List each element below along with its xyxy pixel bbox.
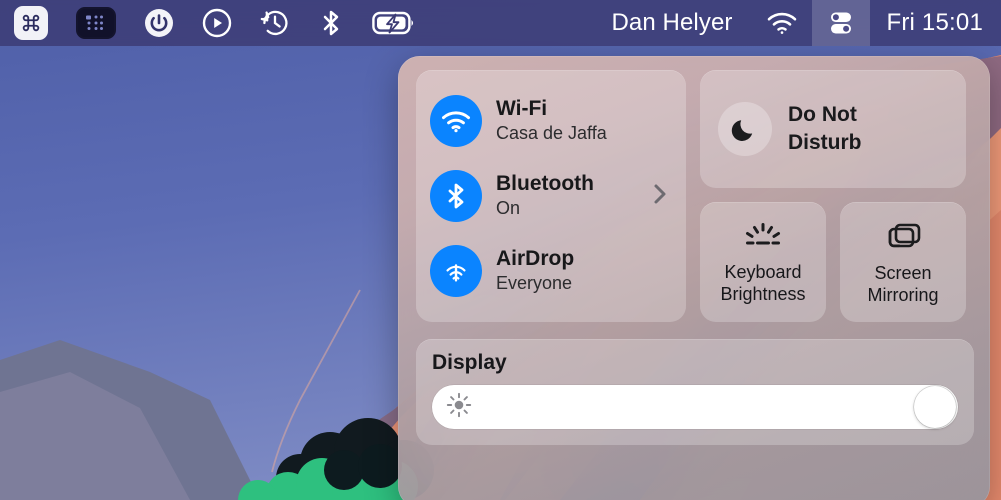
- airdrop-icon: [430, 245, 482, 297]
- wifi-icon: [430, 95, 482, 147]
- time-machine-icon-glyph: [260, 10, 288, 36]
- do-not-disturb-tile[interactable]: Do Not Disturb: [700, 70, 966, 188]
- wifi-row[interactable]: Wi-Fi Casa de Jaffa: [430, 84, 676, 158]
- control-center-top-row: Wi-Fi Casa de Jaffa Bluetooth On AirDrop…: [416, 70, 974, 322]
- control-center-icon-glyph: [831, 12, 852, 34]
- menu-bar-right-group: Dan Helyer Fri 15:01: [591, 0, 1001, 46]
- chevron-right-icon[interactable]: [652, 180, 676, 213]
- wifi-text: Wi-Fi Casa de Jaffa: [496, 97, 607, 144]
- screen-mirroring-tile[interactable]: Screen Mirroring: [840, 202, 966, 322]
- bluetooth-status: On: [496, 198, 521, 219]
- control-center-right-column: Do Not Disturb Keyboard Brightness Scree…: [700, 70, 966, 322]
- screen-mirroring-label: Screen Mirroring: [867, 263, 938, 306]
- kb-label-line1: Keyboard: [724, 262, 802, 283]
- power-icon-glyph: [145, 9, 173, 37]
- connectivity-group: Wi-Fi Casa de Jaffa Bluetooth On AirDrop…: [416, 70, 686, 322]
- airdrop-title: AirDrop: [496, 247, 575, 271]
- kb-label-line2: Brightness: [720, 284, 806, 304]
- battery-charging-icon[interactable]: [358, 0, 430, 46]
- wifi-icon-glyph: [768, 12, 797, 34]
- bluetooth-text: Bluetooth On: [496, 172, 594, 219]
- wifi-network-name: Casa de Jaffa: [496, 123, 607, 144]
- wifi-title: Wi-Fi: [496, 97, 548, 121]
- menu-bar-left-group: [0, 0, 430, 46]
- power-icon[interactable]: [130, 0, 188, 46]
- brightness-sun-icon: [446, 392, 472, 423]
- keyboard-brightness-label: Keyboard Brightness: [720, 262, 805, 305]
- airdrop-text: AirDrop Everyone: [496, 247, 574, 294]
- control-center-icon[interactable]: [812, 0, 871, 46]
- sm-label-line1: Screen: [874, 263, 932, 284]
- do-not-disturb-label: Do Not Disturb: [788, 101, 862, 156]
- dnd-label-line1: Do Not: [788, 103, 857, 127]
- airdrop-row[interactable]: AirDrop Everyone: [430, 234, 676, 308]
- bluetooth-icon[interactable]: [304, 0, 358, 46]
- dnd-label-line2: Disturb: [788, 131, 862, 154]
- numpad-grid-icon[interactable]: [62, 0, 130, 46]
- command-icon[interactable]: [0, 0, 62, 46]
- bluetooth-icon: [430, 170, 482, 222]
- sm-label-line2: Mirroring: [867, 285, 939, 305]
- moon-icon: [718, 102, 772, 156]
- menu-bar: Dan Helyer Fri 15:01: [0, 0, 1001, 46]
- play-icon[interactable]: [188, 0, 246, 46]
- keyboard-brightness-icon: [746, 223, 780, 245]
- time-machine-icon[interactable]: [246, 0, 304, 46]
- play-icon-glyph: [202, 8, 232, 38]
- command-icon-box: [14, 6, 48, 40]
- numpad-grid-icon-box: [76, 7, 116, 39]
- wifi-icon[interactable]: [752, 0, 812, 46]
- clock[interactable]: Fri 15:01: [870, 0, 1001, 46]
- control-center-panel: Wi-Fi Casa de Jaffa Bluetooth On AirDrop…: [398, 56, 990, 500]
- square-tiles-row: Keyboard Brightness Screen Mirroring: [700, 202, 966, 322]
- user-name[interactable]: Dan Helyer: [591, 0, 752, 46]
- screen-mirroring-icon: [888, 224, 921, 248]
- bluetooth-title: Bluetooth: [496, 172, 594, 196]
- bluetooth-icon-glyph: [323, 10, 339, 36]
- display-brightness-slider[interactable]: [432, 385, 958, 429]
- display-slider-knob[interactable]: [914, 386, 956, 428]
- keyboard-brightness-tile[interactable]: Keyboard Brightness: [700, 202, 826, 322]
- display-title: Display: [432, 351, 507, 374]
- battery-charging-icon-glyph: [372, 11, 414, 35]
- airdrop-visibility: Everyone: [496, 273, 573, 294]
- bluetooth-row[interactable]: Bluetooth On: [430, 159, 676, 233]
- display-section: Display: [416, 339, 974, 445]
